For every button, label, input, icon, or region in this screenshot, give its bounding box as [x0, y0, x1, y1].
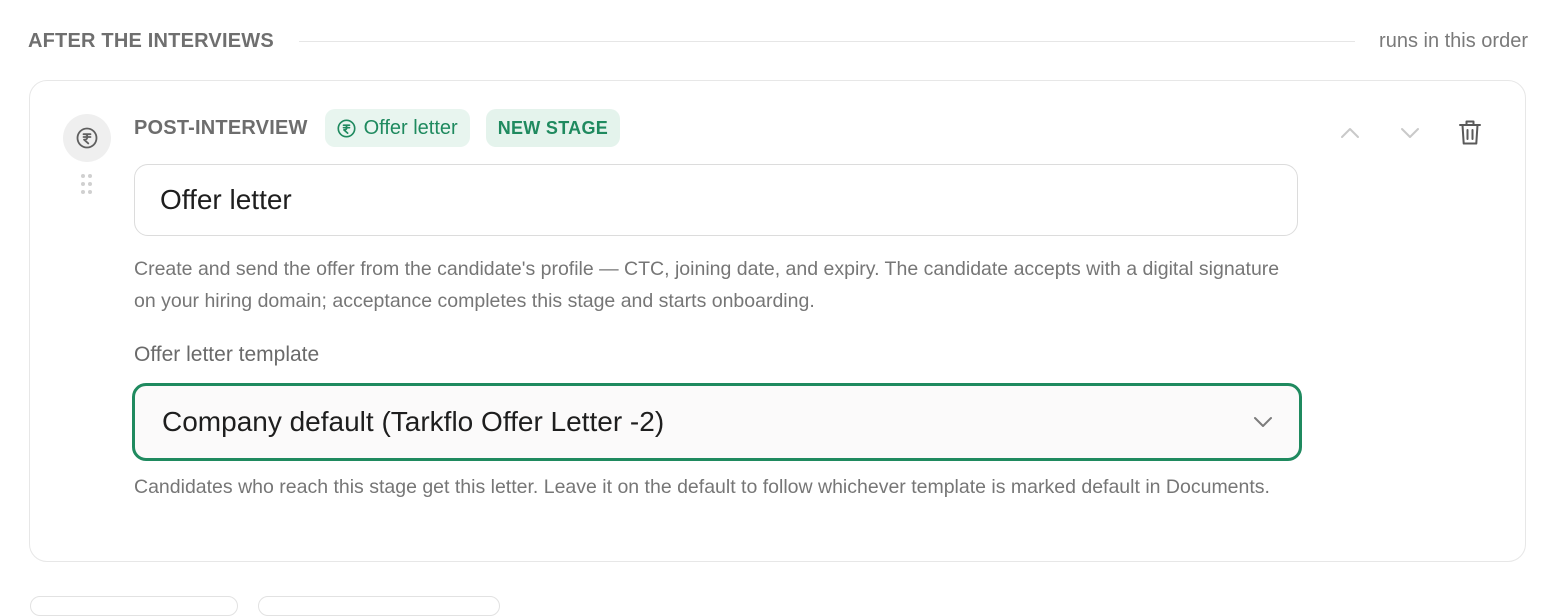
stage-meta-row: POST-INTERVIEW Offer letter NEW STAGE	[134, 109, 636, 147]
new-stage-badge: NEW STAGE	[485, 109, 621, 147]
delete-stage-button[interactable]	[1455, 119, 1485, 151]
move-down-button[interactable]	[1395, 119, 1425, 151]
section-title: AFTER THE INTERVIEWS	[28, 29, 274, 52]
section-header: AFTER THE INTERVIEWS runs in this order	[28, 26, 1528, 56]
drag-handle-icon[interactable]	[81, 174, 93, 196]
chevron-up-icon	[1340, 126, 1360, 144]
section-divider	[298, 40, 1356, 42]
chevron-down-icon	[1253, 416, 1273, 428]
stage-name-input[interactable]	[134, 164, 1298, 236]
rupee-icon	[63, 114, 111, 162]
add-stage-button[interactable]	[30, 596, 238, 616]
stage-type-label: Offer letter	[363, 116, 458, 139]
selected-template: Company default (Tarkflo Offer Letter -2…	[162, 406, 665, 437]
template-field-label: Offer letter template	[134, 343, 320, 366]
stage-actions	[1305, 119, 1485, 151]
template-help-text: Candidates who reach this stage get this…	[134, 476, 1270, 498]
stage-kind-label: POST-INTERVIEW	[134, 116, 308, 139]
add-stage-button[interactable]	[258, 596, 500, 616]
order-note: runs in this order	[1379, 29, 1528, 52]
stage-card: POST-INTERVIEW Offer letter NEW STAGE Of…	[29, 80, 1526, 562]
trash-icon	[1458, 119, 1482, 151]
chevron-down-icon	[1400, 126, 1420, 144]
stage-type-chip: Offer letter	[324, 109, 470, 147]
move-up-button[interactable]	[1335, 119, 1365, 151]
stage-description: Create and send the offer from the candi…	[134, 258, 1280, 312]
rupee-icon	[337, 118, 356, 138]
offer-template-select[interactable]: Company default (Tarkflo Offer Letter -2…	[132, 383, 1302, 461]
